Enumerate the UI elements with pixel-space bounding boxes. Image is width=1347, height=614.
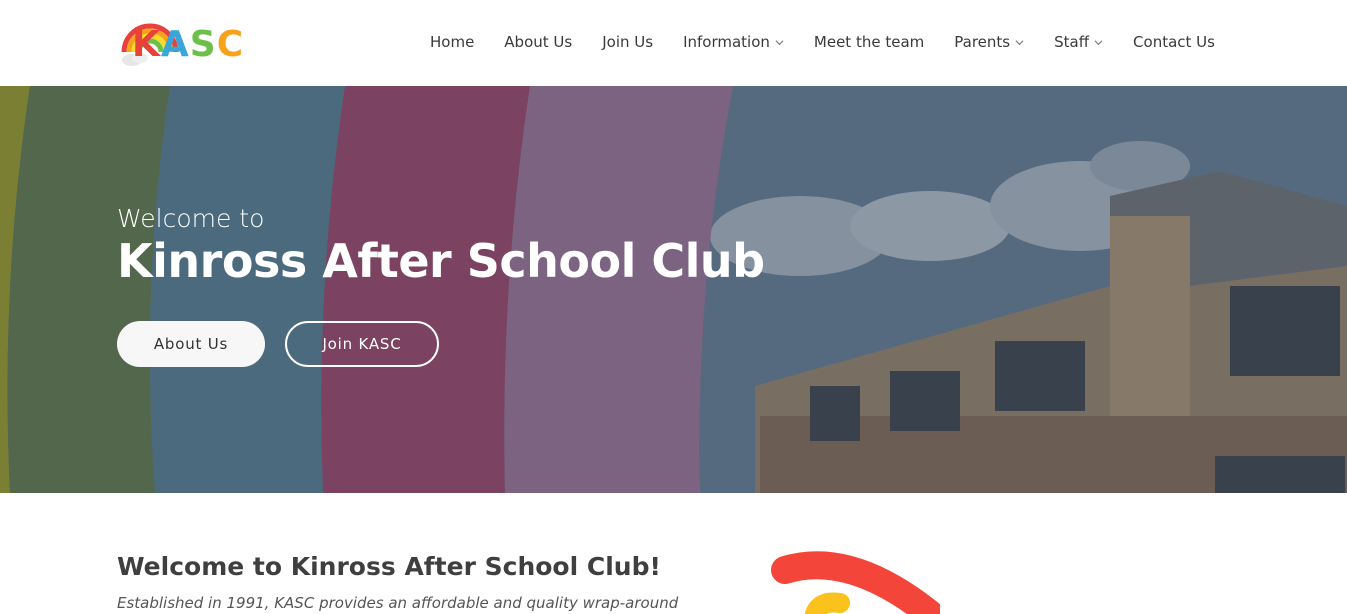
logo-letter-a: A (160, 24, 190, 65)
about-us-button[interactable]: About Us (117, 321, 265, 367)
nav-item-label: Contact Us (1133, 33, 1215, 51)
nav-item-label: Information (683, 33, 770, 51)
logo-text: KASC (132, 24, 244, 65)
welcome-heading: Welcome to Kinross After School Club! (117, 552, 661, 581)
nav-item-staff[interactable]: Staff (1054, 31, 1103, 53)
nav-item-contact-us[interactable]: Contact Us (1133, 31, 1215, 53)
nav-item-label: Home (430, 33, 475, 51)
nav-item-join-us[interactable]: Join Us (602, 31, 653, 53)
main-nav: Home About Us Join Us Information Meet t… (430, 31, 1215, 53)
nav-item-information[interactable]: Information (683, 31, 784, 53)
nav-item-label: Meet the team (813, 33, 925, 51)
kasc-logo[interactable]: KASC (118, 12, 250, 70)
site-header: KASC Home About Us Join Us Information M… (0, 0, 1347, 86)
chevron-down-icon (1094, 39, 1103, 45)
nav-item-meet-the-team[interactable]: Meet the team (814, 31, 924, 53)
chevron-down-icon (1015, 39, 1024, 45)
hero-subtitle: Welcome to (117, 204, 265, 233)
nav-item-label: Join Us (602, 33, 654, 51)
nav-item-parents[interactable]: Parents (954, 31, 1024, 53)
nav-item-about-us[interactable]: About Us (504, 31, 572, 53)
hero-title: Kinross After School Club (117, 234, 765, 288)
hero-overlay (0, 86, 1347, 493)
hero-banner: Welcome to Kinross After School Club Abo… (0, 86, 1347, 493)
logo-letter-c: C (216, 24, 245, 65)
nav-item-label: About Us (504, 33, 573, 51)
chevron-down-icon (775, 39, 784, 45)
nav-item-label: Staff (1054, 33, 1090, 51)
join-kasc-button[interactable]: Join KASC (285, 321, 439, 367)
logo-letter-k: K (132, 24, 161, 65)
welcome-text: Established in 1991, KASC provides an af… (117, 594, 679, 612)
rainbow-decoration-icon (771, 551, 940, 614)
nav-item-label: Parents (954, 33, 1011, 51)
nav-item-home[interactable]: Home (430, 31, 474, 53)
logo-letter-s: S (189, 24, 217, 65)
